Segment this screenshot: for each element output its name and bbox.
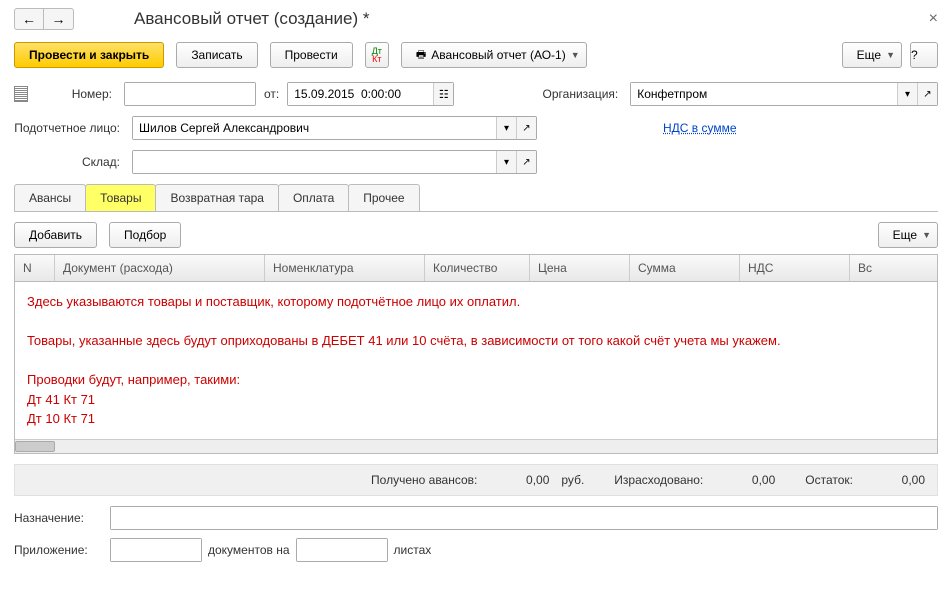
nds-link[interactable]: НДС в сумме bbox=[663, 121, 737, 135]
from-label: от: bbox=[264, 87, 279, 101]
col-qty[interactable]: Количество bbox=[425, 255, 530, 281]
goods-table: N Документ (расхода) Номенклатура Количе… bbox=[14, 254, 938, 454]
dtkt-button[interactable]: ДтКт bbox=[365, 42, 389, 68]
dtkt-icon: ДтКт bbox=[372, 47, 382, 63]
balance-label: Остаток: bbox=[805, 473, 853, 487]
open-icon[interactable]: ↗ bbox=[516, 151, 536, 173]
tab-payment[interactable]: Оплата bbox=[278, 184, 349, 211]
scroll-thumb[interactable] bbox=[15, 441, 55, 452]
purpose-input[interactable] bbox=[110, 506, 938, 530]
spent-label: Израсходовано: bbox=[614, 473, 703, 487]
purpose-label: Назначение: bbox=[14, 511, 104, 525]
spent-value: 0,00 bbox=[715, 473, 775, 487]
calendar-icon[interactable]: ☷ bbox=[433, 83, 453, 105]
help-button[interactable]: ? bbox=[910, 42, 938, 68]
printer-icon bbox=[416, 46, 426, 65]
number-input[interactable] bbox=[124, 82, 256, 106]
close-icon[interactable]: × bbox=[929, 10, 938, 28]
chevron-down-icon[interactable]: ▾ bbox=[897, 83, 917, 105]
open-icon[interactable]: ↗ bbox=[917, 83, 937, 105]
more-button[interactable]: Еще ▼ bbox=[842, 42, 902, 68]
chevron-down-icon: ▼ bbox=[922, 230, 931, 240]
open-icon[interactable]: ↗ bbox=[516, 117, 536, 139]
horizontal-scrollbar[interactable] bbox=[15, 439, 937, 453]
balance-value: 0,00 bbox=[865, 473, 925, 487]
tab-advances[interactable]: Авансы bbox=[14, 184, 86, 211]
chevron-down-icon[interactable]: ▾ bbox=[496, 151, 516, 173]
nav-back-button[interactable]: ← bbox=[14, 8, 44, 30]
table-body-text: Здесь указываются товары и поставщик, ко… bbox=[15, 282, 937, 439]
chevron-down-icon: ▼ bbox=[886, 50, 895, 60]
print-button[interactable]: Авансовый отчет (АО-1)▼ bbox=[401, 42, 587, 68]
col-nds[interactable]: НДС bbox=[740, 255, 850, 281]
tab-goods[interactable]: Товары bbox=[85, 184, 156, 211]
person-label: Подотчетное лицо: bbox=[14, 121, 124, 135]
col-nomen[interactable]: Номенклатура bbox=[265, 255, 425, 281]
post-button[interactable]: Провести bbox=[270, 42, 353, 68]
received-label: Получено авансов: bbox=[371, 473, 477, 487]
col-sum[interactable]: Сумма bbox=[630, 255, 740, 281]
chevron-down-icon[interactable]: ▾ bbox=[496, 117, 516, 139]
attachment-label: Приложение: bbox=[14, 543, 104, 557]
sheets-count-input[interactable] bbox=[296, 538, 388, 562]
tab-returnable[interactable]: Возвратная тара bbox=[155, 184, 279, 211]
window-title: Авансовый отчет (создание) * bbox=[134, 9, 370, 29]
received-value: 0,00 bbox=[489, 473, 549, 487]
totals-bar: Получено авансов:0,00руб. Израсходовано:… bbox=[14, 464, 938, 496]
sheets-label: листах bbox=[394, 543, 432, 557]
docs-on-label: документов на bbox=[208, 543, 290, 557]
save-button[interactable]: Записать bbox=[176, 42, 257, 68]
post-and-close-button[interactable]: Провести и закрыть bbox=[14, 42, 164, 68]
warehouse-label: Склад: bbox=[14, 155, 124, 169]
tab-more-button[interactable]: Еще ▼ bbox=[878, 222, 938, 248]
warehouse-input[interactable]: ▾↗ bbox=[132, 150, 537, 174]
col-price[interactable]: Цена bbox=[530, 255, 630, 281]
col-n[interactable]: N bbox=[15, 255, 55, 281]
person-input[interactable]: ▾↗ bbox=[132, 116, 537, 140]
number-label: Номер: bbox=[36, 87, 116, 101]
col-doc[interactable]: Документ (расхода) bbox=[55, 255, 265, 281]
tab-other[interactable]: Прочее bbox=[348, 184, 419, 211]
document-icon bbox=[14, 86, 28, 102]
pick-button[interactable]: Подбор bbox=[109, 222, 181, 248]
docs-count-input[interactable] bbox=[110, 538, 202, 562]
chevron-down-icon: ▼ bbox=[571, 50, 580, 60]
organization-input[interactable]: ▾↗ bbox=[630, 82, 938, 106]
col-vs[interactable]: Вс bbox=[850, 255, 937, 281]
organization-label: Организация: bbox=[462, 87, 622, 101]
add-button[interactable]: Добавить bbox=[14, 222, 97, 248]
date-input[interactable]: ☷ bbox=[287, 82, 454, 106]
nav-forward-button[interactable]: → bbox=[44, 8, 74, 30]
